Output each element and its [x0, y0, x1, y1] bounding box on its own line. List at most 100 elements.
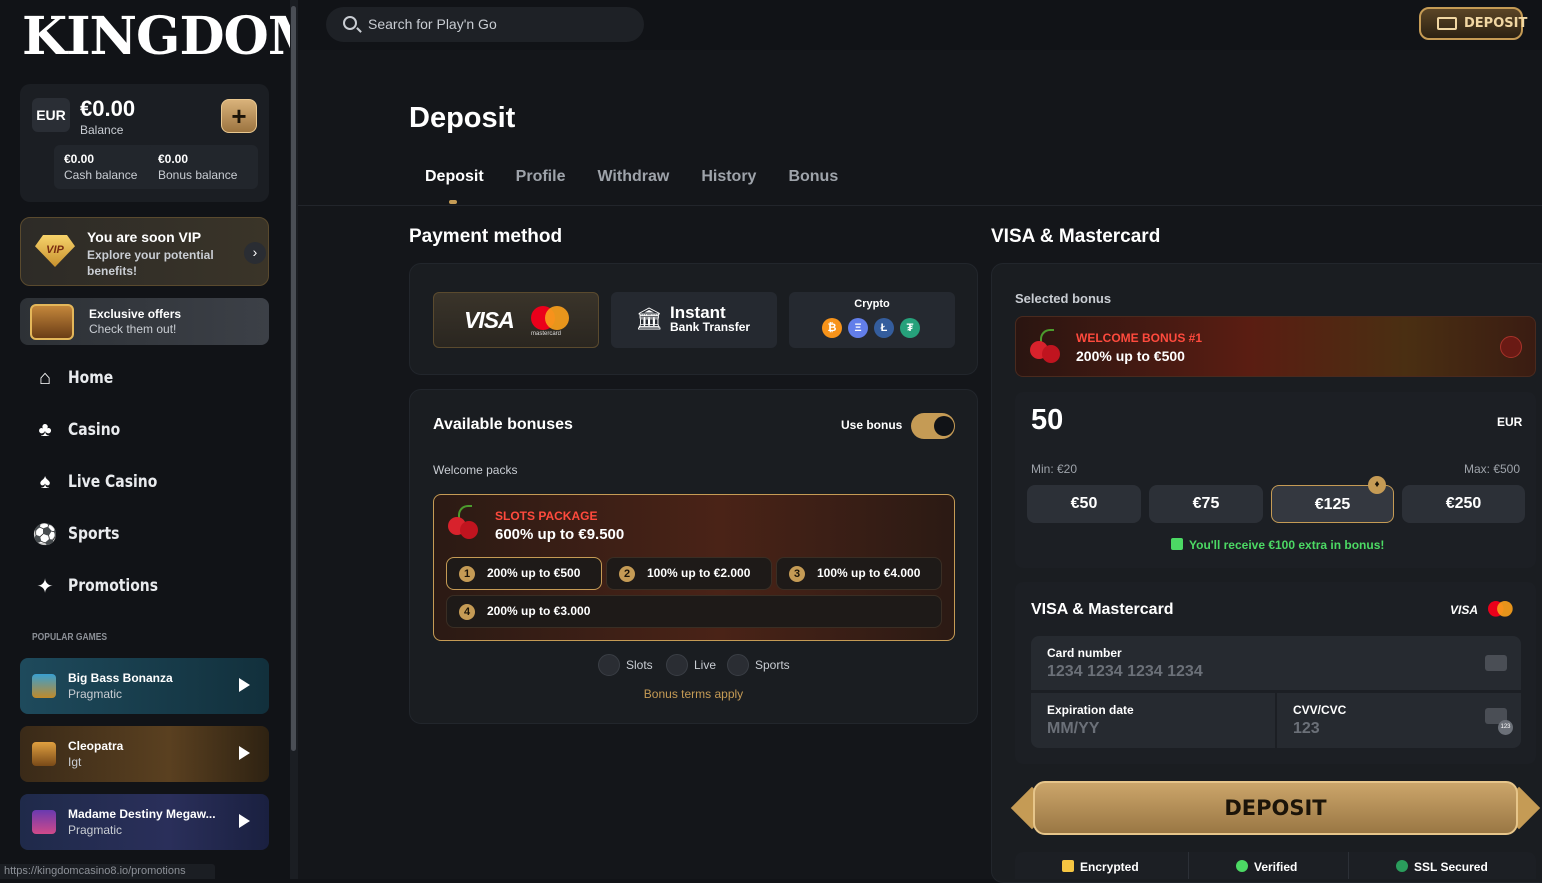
- exclusive-offers-banner[interactable]: Exclusive offers Check them out!: [20, 298, 269, 345]
- play-icon[interactable]: [239, 814, 250, 828]
- expiration-date-label: Expiration date: [1047, 703, 1134, 717]
- bonus-balance-label: Bonus balance: [158, 168, 238, 182]
- max-amount: Max: €500: [1464, 462, 1521, 476]
- balance-amount: €0.00: [80, 96, 136, 121]
- toggle-knob: [934, 416, 954, 436]
- offers-subtitle: Check them out!: [89, 322, 177, 336]
- cvv-placeholder: 123: [1293, 720, 1320, 737]
- treasure-chest-icon: [30, 304, 74, 340]
- sidebar-item-label: Live Casino: [68, 472, 158, 492]
- trust-label: Encrypted: [1080, 860, 1139, 874]
- ssl-badge: SSL Secured: [1396, 860, 1488, 874]
- search-icon: [343, 16, 357, 30]
- sidebar: KINGDOM EUR €0.00 Balance + €0.00 Cash b…: [0, 0, 325, 879]
- game-thumbnail: [32, 742, 56, 766]
- visa-logo: VISA: [464, 307, 515, 333]
- sidebar-item-sports[interactable]: ⚽ Sports: [20, 512, 269, 556]
- encrypted-badge: Encrypted: [1062, 860, 1139, 874]
- mastercard-logo: [531, 306, 569, 332]
- category-label: Slots: [626, 658, 653, 672]
- slots-icon: [1500, 336, 1522, 358]
- sidebar-scrollbar-thumb[interactable]: [291, 6, 296, 751]
- use-bonus-toggle[interactable]: [911, 413, 955, 439]
- shield-icon: [1396, 860, 1408, 872]
- offers-title: Exclusive offers: [89, 307, 182, 321]
- step-text: 200% up to €500: [487, 566, 581, 580]
- selected-bonus-name: WELCOME BONUS #1: [1076, 331, 1203, 345]
- active-tab-indicator: [449, 200, 457, 204]
- game-card[interactable]: Madame Destiny Megaw... Pragmatic: [20, 794, 269, 850]
- game-provider: Pragmatic: [68, 687, 123, 701]
- bonus-balance: €0.00 Bonus balance: [148, 145, 258, 189]
- game-title: Big Bass Bonanza: [68, 671, 173, 685]
- visa-mastercard-method[interactable]: VISA mastercard: [433, 292, 599, 348]
- card-number-field[interactable]: Card number 1234 1234 1234 1234: [1031, 636, 1521, 690]
- amount-input[interactable]: 50: [1031, 404, 1063, 437]
- kingdom-logo[interactable]: KINGDOM: [22, 4, 325, 70]
- preset-amount-button[interactable]: €50: [1027, 485, 1141, 523]
- card-number-label: Card number: [1047, 646, 1122, 660]
- play-icon[interactable]: [239, 746, 250, 760]
- preset-amount-button[interactable]: €75: [1149, 485, 1263, 523]
- category-live: Live: [666, 654, 716, 676]
- deposit-submit-button[interactable]: DEPOSIT: [1010, 781, 1541, 835]
- step-text: 100% up to €4.000: [817, 566, 921, 580]
- divider: [298, 205, 1542, 206]
- bonus-terms-link[interactable]: Bonus terms apply: [409, 687, 978, 701]
- extra-bonus-text: You'll receive €100 extra in bonus!: [1189, 538, 1385, 552]
- tab-profile[interactable]: Profile: [500, 165, 582, 205]
- package-offer: 600% up to €9.500: [495, 526, 625, 543]
- verified-badge: Verified: [1236, 860, 1297, 874]
- tab-bonus[interactable]: Bonus: [772, 165, 854, 205]
- game-title: Cleopatra: [68, 739, 124, 753]
- bonus-step[interactable]: 1 200% up to €500: [446, 557, 602, 590]
- sidebar-item-label: Home: [68, 368, 114, 388]
- chevron-right-icon[interactable]: ›: [244, 242, 266, 264]
- sidebar-item-promotions[interactable]: ✦ Promotions: [20, 564, 269, 608]
- card-number-placeholder: 1234 1234 1234 1234: [1047, 663, 1203, 680]
- page-title: Deposit: [409, 102, 516, 134]
- deposit-button-label: DEPOSIT: [1224, 796, 1327, 820]
- sidebar-item-home[interactable]: ⌂ Home: [20, 356, 269, 400]
- instant-bank-transfer-method[interactable]: 🏛 Instant Bank Transfer: [611, 292, 777, 348]
- step-text: 100% up to €2.000: [647, 566, 751, 580]
- tab-history[interactable]: History: [685, 165, 772, 205]
- expiration-date-field[interactable]: Expiration date MM/YY: [1031, 693, 1275, 748]
- play-icon[interactable]: [239, 678, 250, 692]
- step-number: 2: [619, 566, 635, 582]
- sidebar-item-casino[interactable]: ♣ Casino: [20, 408, 269, 452]
- tab-withdraw[interactable]: Withdraw: [581, 165, 685, 205]
- bonus-step[interactable]: 2 100% up to €2.000: [606, 557, 772, 590]
- gift-icon: ✦: [36, 575, 54, 598]
- tab-deposit[interactable]: Deposit: [409, 165, 500, 205]
- wallet-icon: [1437, 17, 1457, 30]
- step-number: 3: [789, 566, 805, 582]
- sports-icon: ⚽: [32, 523, 58, 546]
- bonus-step[interactable]: 4 200% up to €3.000: [446, 595, 942, 628]
- visa-logo: VISA: [1450, 603, 1479, 617]
- package-name: SLOTS PACKAGE: [495, 509, 598, 523]
- trust-badges: Encrypted Verified SSL Secured: [1015, 852, 1536, 879]
- search-input[interactable]: Search for Play'n Go: [326, 7, 644, 42]
- sidebar-item-live-casino[interactable]: ♠ Live Casino: [20, 460, 269, 504]
- amount-currency: EUR: [1497, 415, 1523, 429]
- lock-icon: [1062, 860, 1074, 872]
- cvv-label: CVV/CVC: [1293, 703, 1347, 717]
- crypto-method[interactable]: Crypto ₿ Ξ Ł ₮: [789, 292, 955, 348]
- extra-bonus-note: You'll receive €100 extra in bonus!: [1171, 538, 1384, 552]
- selected-bonus-card[interactable]: WELCOME BONUS #1 200% up to €500: [1015, 316, 1536, 377]
- live-casino-icon: ♠: [39, 470, 51, 493]
- game-card[interactable]: Big Bass Bonanza Pragmatic: [20, 658, 269, 714]
- preset-amount-button[interactable]: €250: [1402, 485, 1525, 523]
- bonus-step[interactable]: 3 100% up to €4.000: [776, 557, 942, 590]
- game-card[interactable]: Cleopatra Igt: [20, 726, 269, 782]
- category-sports: Sports: [727, 654, 790, 676]
- header-deposit-button[interactable]: DEPOSIT: [1419, 7, 1527, 40]
- sidebar-item-label: Sports: [68, 524, 120, 544]
- vip-banner[interactable]: VIP You are soon VIP Explore your potent…: [20, 217, 269, 286]
- cherry-icon: [1028, 329, 1062, 363]
- slots-icon: [598, 654, 620, 676]
- cvv-field[interactable]: CVV/CVC 123 123: [1277, 693, 1521, 748]
- add-funds-button[interactable]: +: [221, 99, 257, 133]
- min-amount: Min: €20: [1031, 462, 1078, 476]
